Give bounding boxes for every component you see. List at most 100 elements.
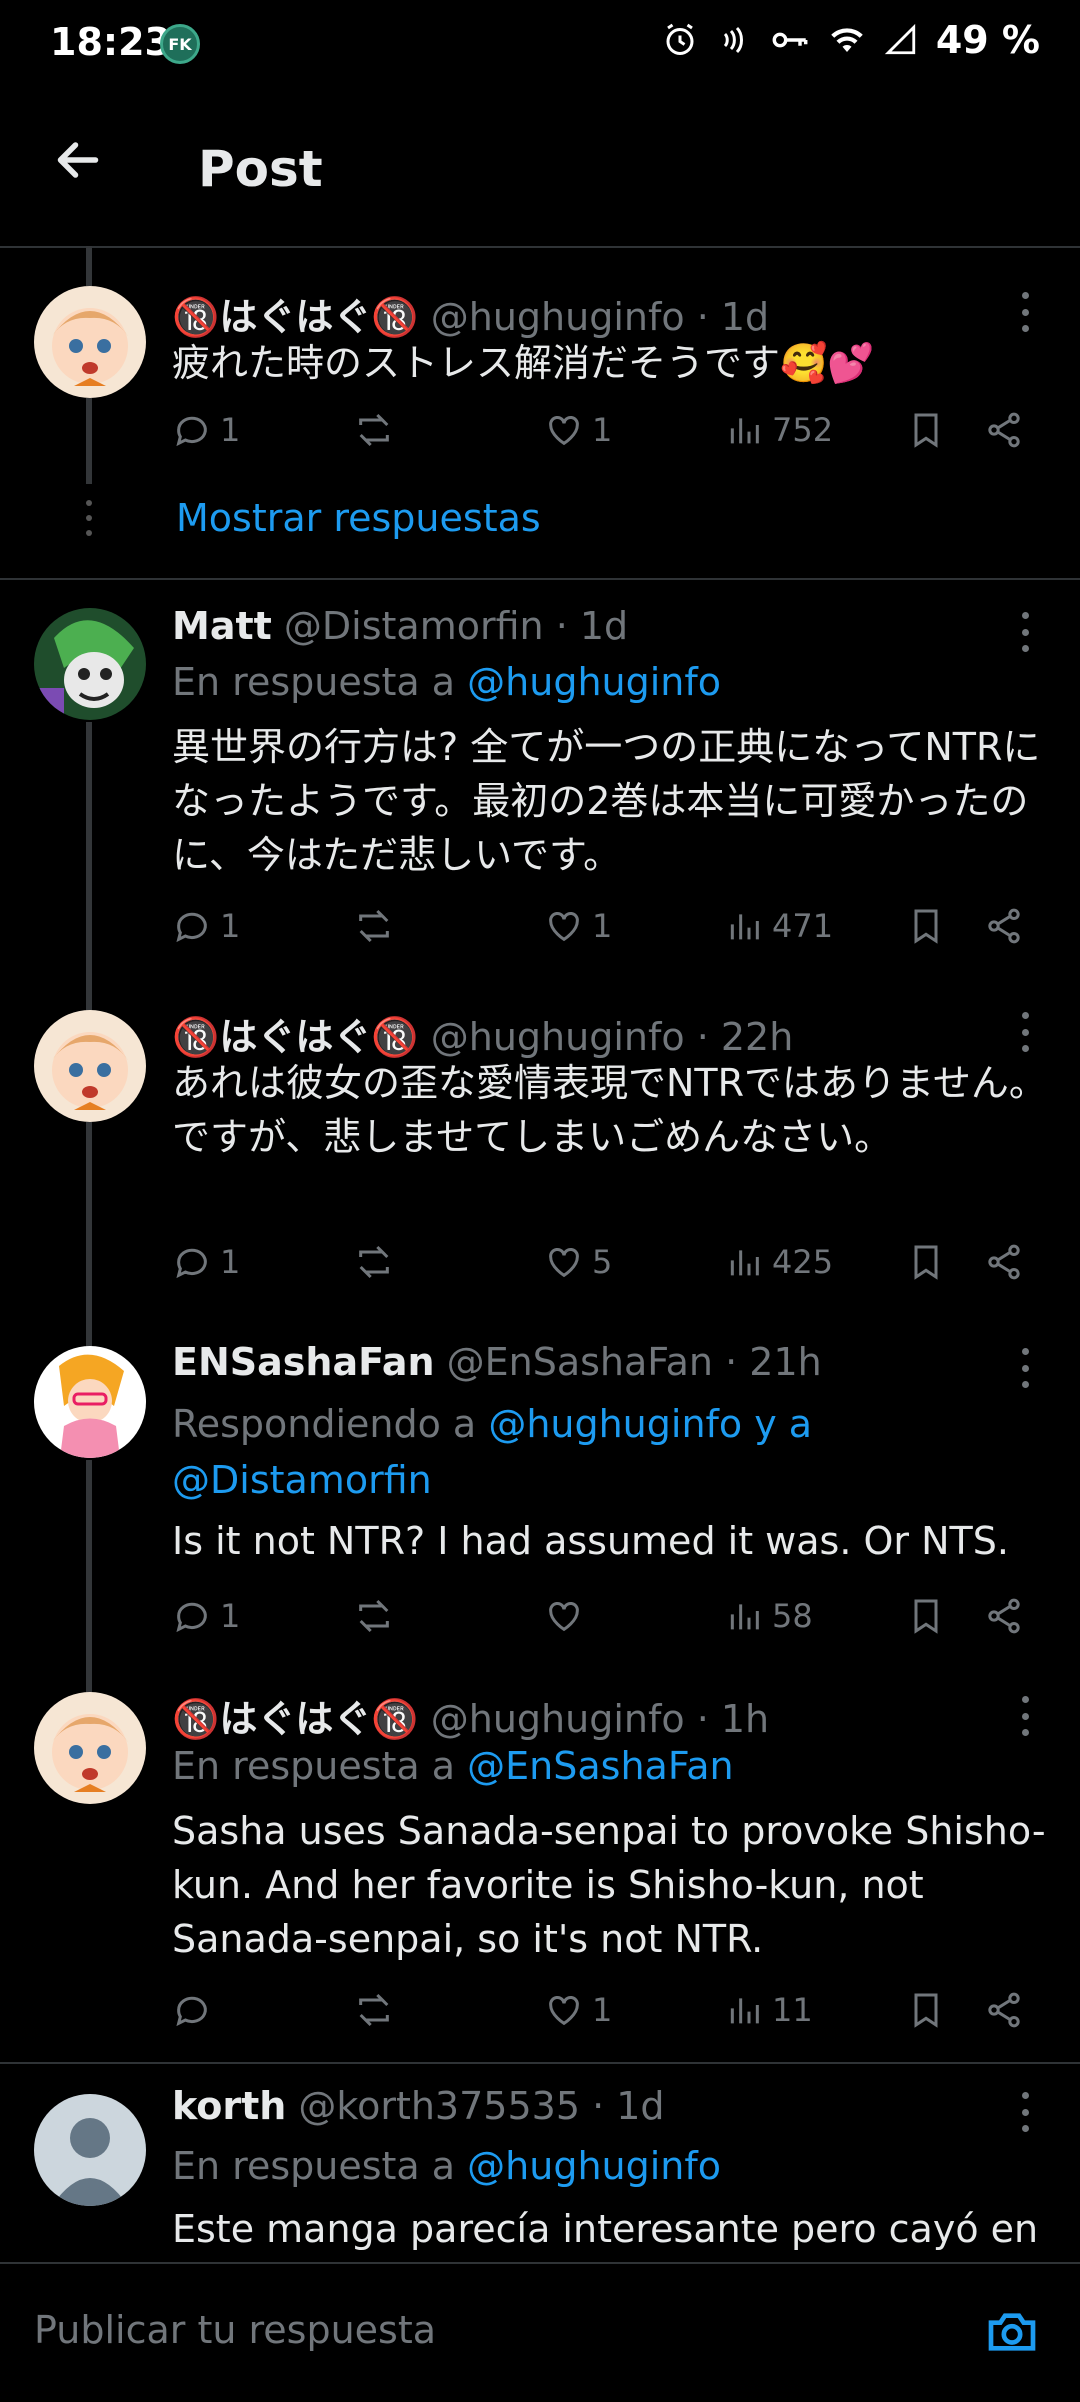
- display-name[interactable]: ENSashaFan: [172, 1340, 435, 1384]
- reply-context: En respuesta a @hughuginfo: [172, 660, 721, 704]
- reply-button[interactable]: [172, 1990, 220, 2030]
- status-bar: 18:23 FK 49 %: [0, 0, 1080, 90]
- bookmark-button[interactable]: [906, 1596, 946, 1636]
- view-count: 425: [772, 1243, 834, 1281]
- status-time: 18:23: [50, 20, 171, 64]
- reply-icon: [176, 912, 207, 943]
- views-button[interactable]: 11: [724, 1990, 813, 2030]
- repost-icon: [359, 1993, 389, 2027]
- views-button[interactable]: 752: [724, 410, 833, 450]
- views-button[interactable]: 471: [724, 906, 833, 946]
- vpn-key-icon: [772, 32, 808, 48]
- status-icons: 49 %: [662, 18, 1040, 62]
- view-count: 752: [772, 411, 834, 449]
- avatar[interactable]: [34, 1692, 146, 1804]
- camera-icon: [988, 2313, 1036, 2351]
- more-options-icon[interactable]: [1020, 1012, 1030, 1052]
- alarm-icon: [666, 23, 694, 55]
- repost-button[interactable]: [354, 1242, 402, 1282]
- more-options-icon[interactable]: [1020, 1348, 1030, 1388]
- reply-icon: [176, 1996, 207, 2027]
- display-name[interactable]: 🔞はぐはぐ🔞: [172, 1015, 419, 1059]
- display-name[interactable]: 🔞はぐはぐ🔞: [172, 295, 419, 339]
- avatar[interactable]: [34, 1010, 146, 1122]
- avatar[interactable]: [34, 608, 146, 720]
- handle[interactable]: @EnSashaFan: [447, 1340, 713, 1384]
- more-options-icon[interactable]: [1020, 2092, 1030, 2132]
- handle[interactable]: @hughuginfo: [431, 295, 685, 339]
- like-button[interactable]: 1: [544, 1990, 612, 2030]
- post[interactable]: 🔞はぐはぐ🔞 @hughuginfo · 22h あれは彼女の歪な愛情表現でNT…: [0, 1000, 1080, 1320]
- like-button[interactable]: 1: [544, 410, 612, 450]
- reply-context: Respondiendo a @hughuginfo y a @Distamor…: [172, 1396, 1052, 1508]
- bookmark-button[interactable]: [906, 906, 946, 946]
- heart-icon: [549, 912, 579, 942]
- camera-button[interactable]: [984, 2304, 1040, 2360]
- reply-button[interactable]: 1: [172, 1596, 240, 1636]
- post[interactable]: ENSashaFan @EnSashaFan · 21h Respondiend…: [0, 1330, 1080, 1660]
- post-text: Sasha uses Sanada-senpai to provoke Shis…: [172, 1809, 1046, 1961]
- reply-composer: Publicar tu respuesta: [0, 2262, 1080, 2402]
- views-button[interactable]: 425: [724, 1242, 833, 1282]
- share-button[interactable]: [984, 410, 1024, 450]
- share-icon: [988, 1992, 1020, 2028]
- reply-button[interactable]: 1: [172, 1242, 240, 1282]
- handle[interactable]: @korth375535: [298, 2084, 580, 2128]
- handle[interactable]: @hughuginfo: [431, 1697, 685, 1741]
- views-button[interactable]: 58: [724, 1596, 813, 1636]
- like-count: 5: [592, 1243, 613, 1281]
- post-header: 🔞はぐはぐ🔞 @hughuginfo · 1d: [172, 286, 769, 341]
- repost-button[interactable]: [354, 1990, 402, 2030]
- handle[interactable]: @hughuginfo: [431, 1015, 685, 1059]
- like-button[interactable]: 5: [544, 1242, 612, 1282]
- post-text: Is it not NTR? I had assumed it was. Or …: [172, 1519, 1009, 1563]
- timestamp: · 1d: [555, 604, 629, 648]
- repost-button[interactable]: [354, 1596, 402, 1636]
- repost-icon: [359, 413, 389, 447]
- views-icon: [730, 418, 759, 444]
- display-name[interactable]: Matt: [172, 604, 272, 648]
- reply-target-link[interactable]: @hughuginfo: [467, 660, 721, 704]
- heart-icon: [549, 416, 579, 446]
- bookmark-button[interactable]: [906, 1242, 946, 1282]
- handle[interactable]: @Distamorfin: [284, 604, 544, 648]
- back-button[interactable]: [48, 130, 108, 190]
- post-text: 異世界の行方は? 全てが一つの正典になってNTRになったようです。最初の2巻は本…: [172, 725, 1041, 877]
- display-name[interactable]: korth: [172, 2084, 286, 2128]
- reply-target-link[interactable]: @EnSashaFan: [467, 1744, 733, 1788]
- post[interactable]: Matt @Distamorfin · 1d En respuesta a @h…: [0, 580, 1080, 980]
- bookmark-icon: [914, 1245, 938, 1280]
- post-text: 疲れた時のストレス解消だそうです🥰💕: [172, 341, 875, 385]
- repost-button[interactable]: [354, 410, 402, 450]
- avatar[interactable]: [34, 2094, 146, 2206]
- share-button[interactable]: [984, 1596, 1024, 1636]
- bookmark-button[interactable]: [906, 410, 946, 450]
- more-options-icon[interactable]: [1020, 1696, 1030, 1736]
- more-options-icon[interactable]: [1020, 612, 1030, 652]
- post[interactable]: 🔞はぐはぐ🔞 @hughuginfo · 1d 疲れた時のストレス解消だそうです…: [0, 250, 1080, 550]
- action-bar: 1 58: [172, 1596, 1032, 1648]
- repost-button[interactable]: [354, 906, 402, 946]
- post-header: 🔞はぐはぐ🔞 @hughuginfo · 1h: [172, 1688, 769, 1743]
- avatar[interactable]: [34, 1346, 146, 1458]
- avatar[interactable]: [34, 286, 146, 398]
- more-options-icon[interactable]: [1020, 292, 1030, 332]
- like-button[interactable]: 1: [544, 906, 612, 946]
- bookmark-button[interactable]: [906, 1990, 946, 2030]
- reply-button[interactable]: 1: [172, 906, 240, 946]
- heart-icon: [549, 1602, 579, 1632]
- like-count: 1: [592, 907, 613, 945]
- share-button[interactable]: [984, 906, 1024, 946]
- share-button[interactable]: [984, 1242, 1024, 1282]
- action-bar: 1 11: [172, 1990, 1032, 2042]
- post[interactable]: 🔞はぐはぐ🔞 @hughuginfo · 1h En respuesta a @…: [0, 1680, 1080, 2040]
- like-button[interactable]: [544, 1596, 592, 1636]
- display-name[interactable]: 🔞はぐはぐ🔞: [172, 1697, 419, 1741]
- reply-target-link[interactable]: @hughuginfo: [467, 2144, 721, 2188]
- reply-input[interactable]: Publicar tu respuesta: [34, 2308, 436, 2352]
- reply-button[interactable]: 1: [172, 410, 240, 450]
- share-icon: [988, 1598, 1020, 1634]
- post[interactable]: korth @korth375535 · 1d En respuesta a @…: [0, 2064, 1080, 2262]
- wifi-icon: [831, 28, 863, 52]
- share-button[interactable]: [984, 1990, 1024, 2030]
